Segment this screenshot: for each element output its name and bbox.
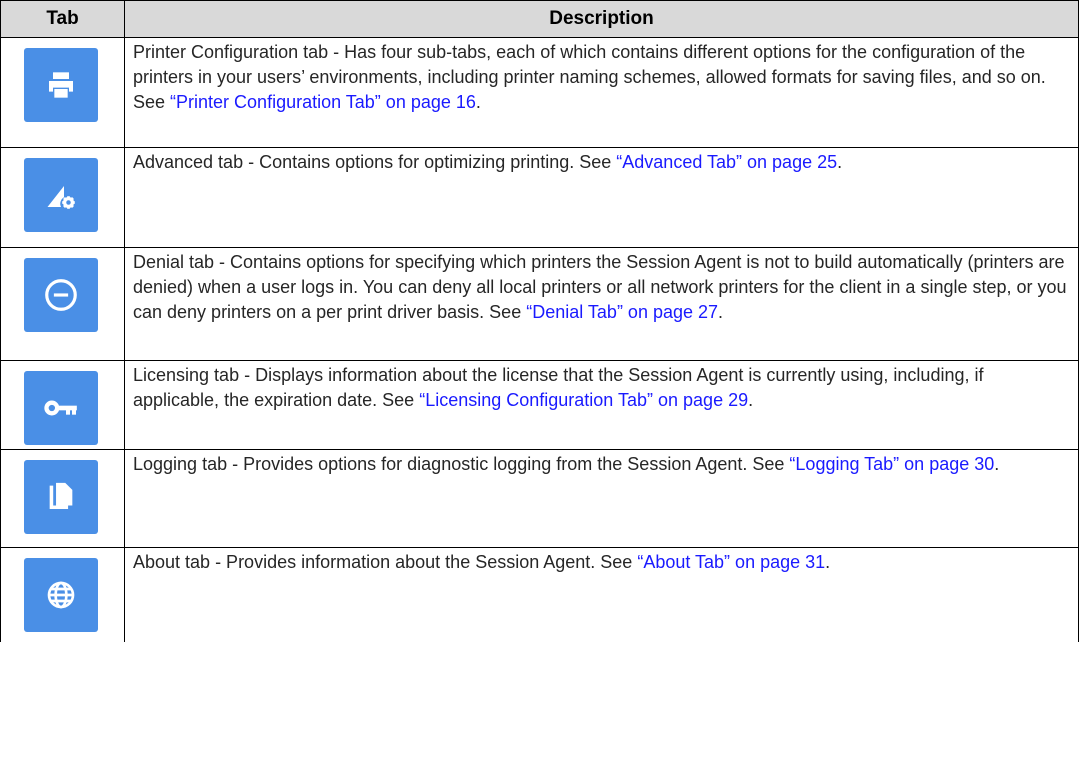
header-tab: Tab [0, 0, 125, 38]
table-row: Denial tab - Contains options for specif… [0, 247, 1079, 361]
description-text: Advanced tab - Contains options for opti… [133, 152, 617, 172]
description-cell: Printer Configuration tab - Has four sub… [124, 37, 1079, 148]
table-row: Licensing tab - Displays information abo… [0, 360, 1079, 450]
about-tab-link[interactable]: “About Tab” on page 31 [637, 552, 825, 572]
header-row: Tab Description [0, 0, 1079, 38]
printer-icon [24, 48, 98, 122]
table-row: Advanced tab - Contains options for opti… [0, 147, 1079, 248]
key-icon [24, 371, 98, 445]
description-cell: About tab - Provides information about t… [124, 547, 1079, 642]
logging-tab-link[interactable]: “Logging Tab” on page 30 [789, 454, 994, 474]
description-cell: Advanced tab - Contains options for opti… [124, 147, 1079, 248]
globe-icon [24, 558, 98, 632]
tabs-table: Tab Description Printer Configuration ta… [0, 0, 1079, 642]
denial-tab-link[interactable]: “Denial Tab” on page 27 [526, 302, 718, 322]
description-cell: Denial tab - Contains options for specif… [124, 247, 1079, 361]
advanced-settings-icon [24, 158, 98, 232]
minus-circle-icon [24, 258, 98, 332]
table-row: Logging tab - Provides options for diagn… [0, 449, 1079, 548]
table-row: About tab - Provides information about t… [0, 547, 1079, 642]
description-cell: Logging tab - Provides options for diagn… [124, 449, 1079, 548]
header-description: Description [124, 0, 1079, 38]
description-text: About tab - Provides information about t… [133, 552, 638, 572]
licensing-configuration-tab-link[interactable]: “Licensing Configuration Tab” on page 29 [419, 390, 748, 410]
advanced-tab-link[interactable]: “Advanced Tab” on page 25 [616, 152, 837, 172]
copy-file-icon [24, 460, 98, 534]
description-cell: Licensing tab - Displays information abo… [124, 360, 1079, 450]
printer-configuration-tab-link[interactable]: “Printer Configuration Tab” on page 16 [170, 92, 476, 112]
table-row: Printer Configuration tab - Has four sub… [0, 37, 1079, 148]
description-text: Logging tab - Provides options for diagn… [133, 454, 790, 474]
